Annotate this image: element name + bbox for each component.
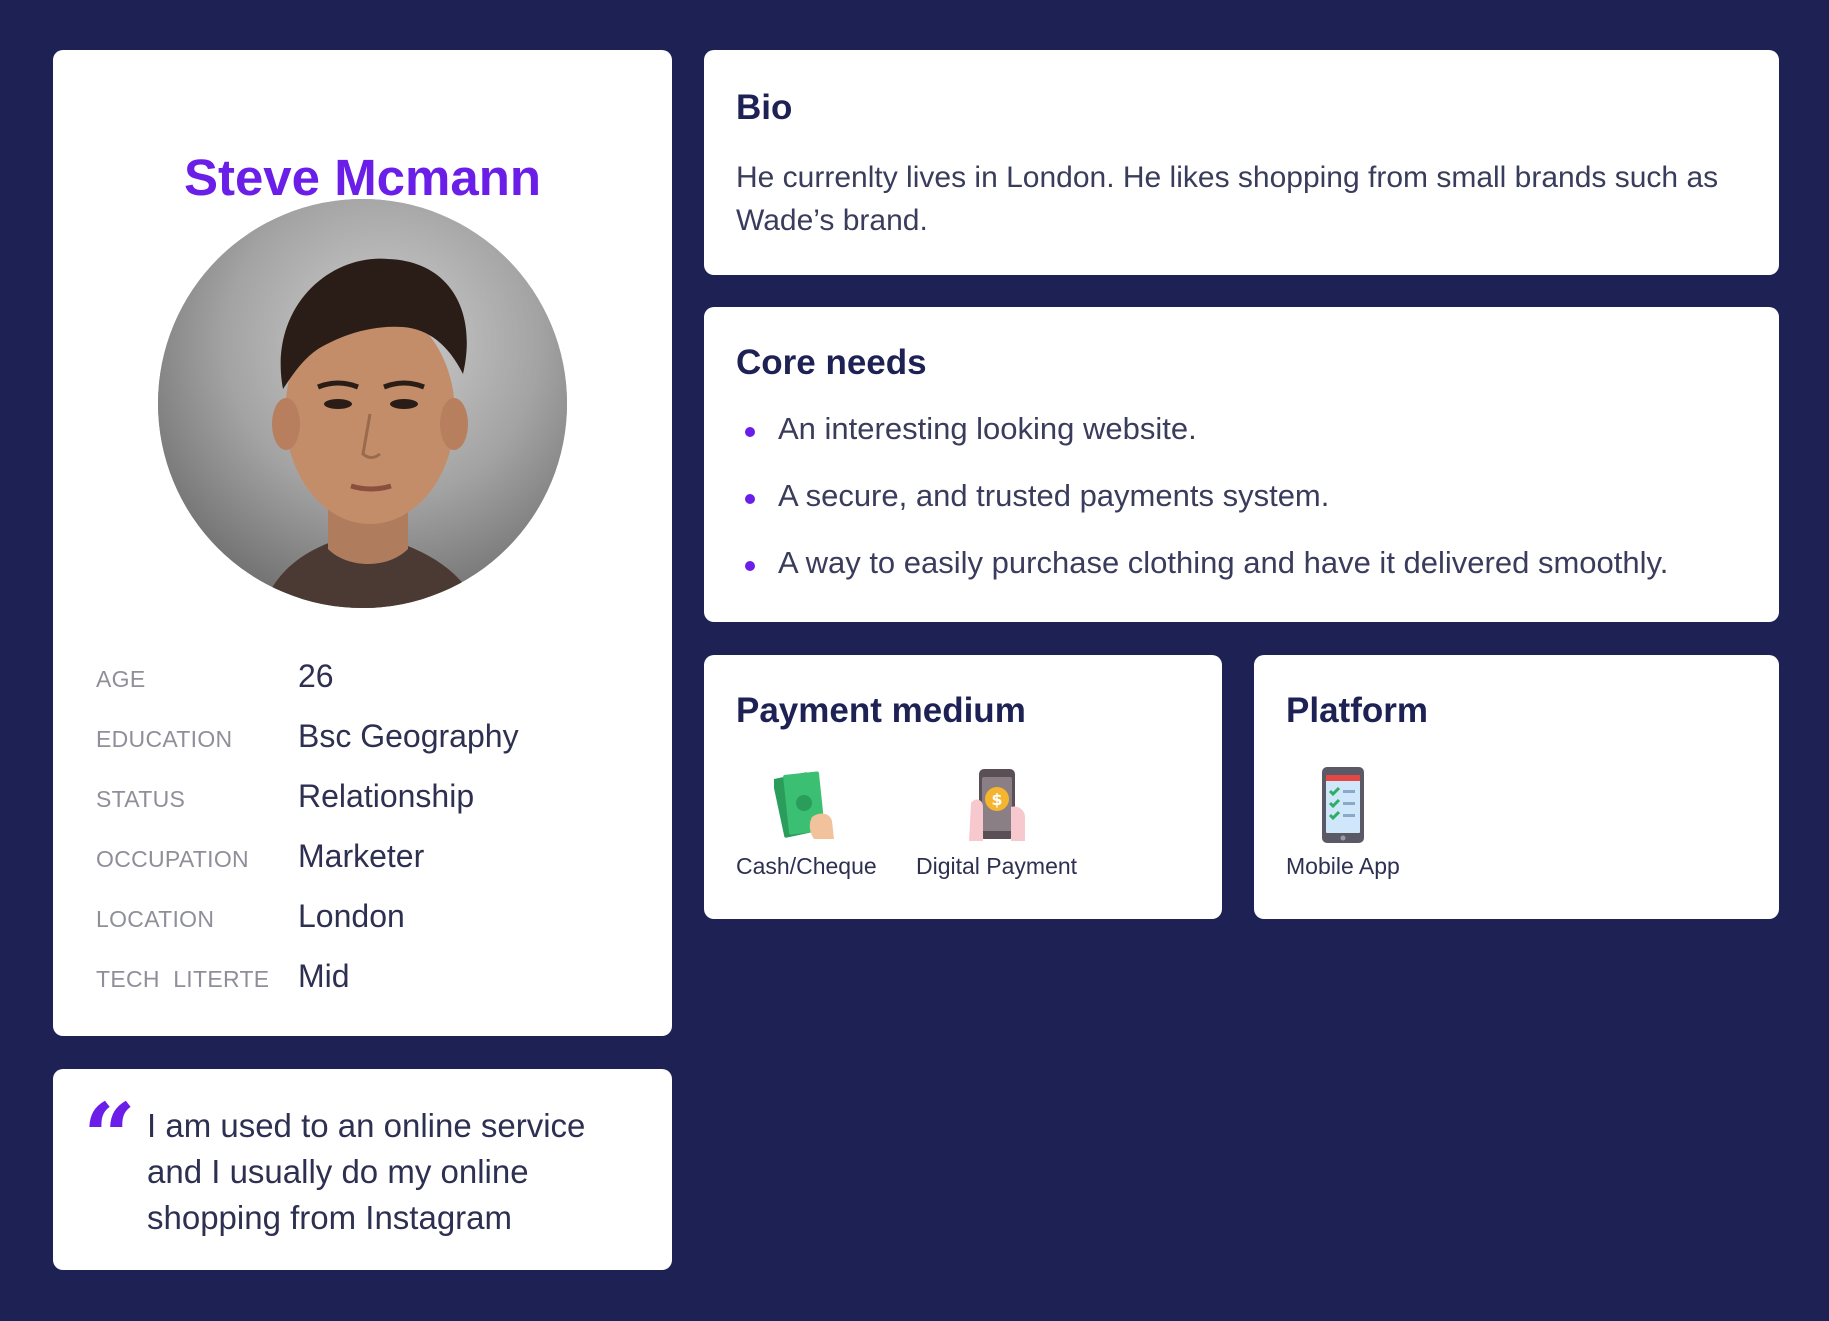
payment-option-cash: Cash/Cheque	[736, 767, 877, 880]
bio-card: Bio He currenlty lives in London. He lik…	[704, 50, 1779, 275]
mobile-app-icon	[1321, 767, 1364, 843]
quote-card: “ I am used to an online service and I u…	[53, 1069, 672, 1270]
need-text: A secure, and trusted payments system.	[778, 478, 1330, 513]
fact-row-occupation: OCCUPATION Marketer	[96, 828, 636, 888]
core-needs-list: An interesting looking website. A secure…	[736, 405, 1766, 606]
platform-option-label: Mobile App	[1286, 853, 1400, 879]
quote-text: I am used to an online service and I usu…	[147, 1107, 586, 1236]
fact-label: AGE	[96, 666, 146, 692]
fact-row-status: STATUS Relationship	[96, 768, 636, 828]
fact-value: Marketer	[298, 838, 425, 874]
profile-card: Steve Mcmann AGE 26 EDUCATION Bsc Geogra…	[53, 50, 672, 1036]
bio-text: He currenlty lives in London. He likes s…	[736, 161, 1719, 237]
digital-payment-icon: $	[968, 769, 1025, 841]
platform-card: Platform Mobile App	[1254, 655, 1779, 919]
platform-title: Platform	[1286, 691, 1428, 730]
core-needs-title: Core needs	[736, 343, 927, 382]
svg-text:$: $	[991, 790, 1002, 809]
persona-facts: AGE 26 EDUCATION Bsc Geography STATUS Re…	[96, 648, 636, 1008]
bio-title: Bio	[736, 88, 793, 127]
fact-label: OCCUPATION	[96, 846, 249, 872]
list-item: A way to easily purchase clothing and ha…	[736, 539, 1766, 606]
payment-option-digital: $ Digital Payment	[916, 767, 1077, 880]
list-item: A secure, and trusted payments system.	[736, 472, 1766, 539]
fact-label: TECH LITERTE	[96, 966, 270, 992]
fact-row-tech-literacy: TECH LITERTE Mid	[96, 948, 636, 1008]
bullet-icon	[745, 427, 755, 437]
fact-row-education: EDUCATION Bsc Geography	[96, 708, 636, 768]
avatar	[158, 199, 567, 608]
payment-medium-title: Payment medium	[736, 691, 1026, 730]
cash-icon	[774, 771, 835, 839]
fact-label: STATUS	[96, 786, 186, 812]
fact-value: 26	[298, 658, 334, 694]
quote-icon: “	[83, 1083, 136, 1191]
fact-row-location: LOCATION London	[96, 888, 636, 948]
bullet-icon	[745, 561, 755, 571]
payment-medium-card: Payment medium Cash/Cheque $ Digital Pay…	[704, 655, 1222, 919]
fact-value: Relationship	[298, 778, 475, 814]
fact-row-age: AGE 26	[96, 648, 636, 708]
avatar-photo	[158, 199, 567, 608]
platform-option-mobile: Mobile App	[1286, 767, 1400, 880]
list-item: An interesting looking website.	[736, 405, 1766, 472]
payment-option-label: Digital Payment	[916, 853, 1078, 879]
need-text: A way to easily purchase clothing and ha…	[778, 545, 1669, 580]
fact-value: London	[298, 898, 405, 934]
payment-option-label: Cash/Cheque	[736, 853, 877, 879]
need-text: An interesting looking website.	[778, 411, 1197, 446]
fact-value: Bsc Geography	[298, 718, 519, 754]
bullet-icon	[745, 494, 755, 504]
core-needs-card: Core needs An interesting looking websit…	[704, 307, 1779, 622]
fact-value: Mid	[298, 958, 350, 994]
fact-label: EDUCATION	[96, 726, 233, 752]
fact-label: LOCATION	[96, 906, 215, 932]
